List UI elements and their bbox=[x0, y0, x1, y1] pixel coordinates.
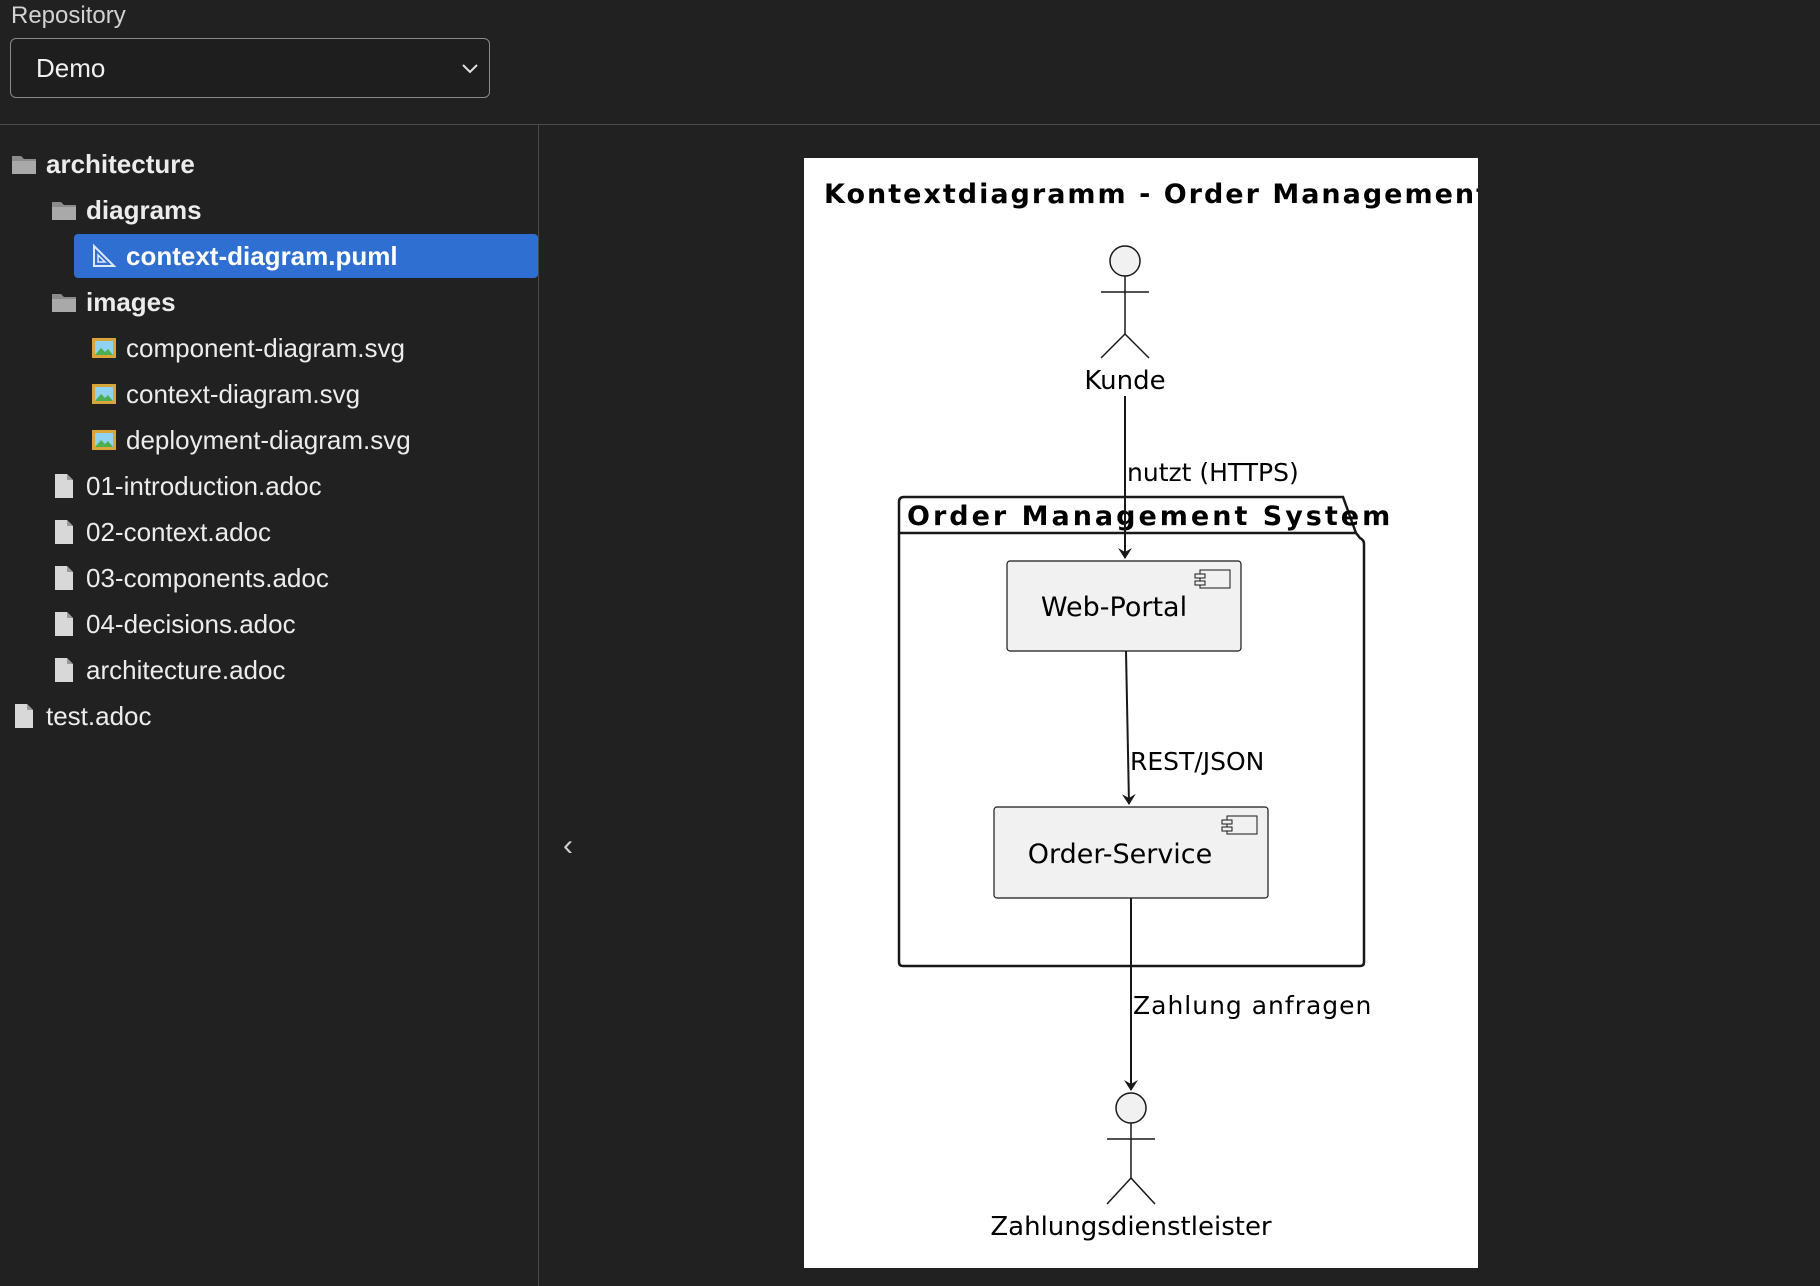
tree-label: context-diagram.puml bbox=[126, 240, 398, 271]
top-bar: Repository Demo bbox=[0, 0, 1820, 125]
document-icon bbox=[55, 474, 73, 498]
tree-label: deployment-diagram.svg bbox=[126, 424, 411, 455]
tree-label: architecture bbox=[46, 148, 195, 179]
repository-select-value: Demo bbox=[36, 53, 106, 83]
tree-label: test.adoc bbox=[46, 700, 152, 731]
tree-label: 04-decisions.adoc bbox=[86, 608, 296, 639]
collapse-sidebar-button[interactable]: ‹ bbox=[556, 828, 580, 864]
chevron-down-icon bbox=[462, 64, 478, 74]
context-diagram: Kontextdiagramm - Order Management Kunde… bbox=[824, 179, 1478, 1242]
file-tree-sidebar: architecture diagrams context-diagram.pu… bbox=[0, 125, 539, 1286]
triangle-ruler-icon bbox=[93, 243, 117, 267]
actor-kunde bbox=[1100, 245, 1150, 359]
document-icon bbox=[55, 566, 73, 590]
tree-file-02-context[interactable]: 02-context.adoc bbox=[50, 510, 271, 554]
package-label: Order Management System bbox=[907, 501, 1393, 532]
tree-label: images bbox=[86, 286, 176, 317]
actor-kunde-label: Kunde bbox=[1084, 366, 1165, 396]
document-icon bbox=[55, 612, 73, 636]
diagram-title: Kontextdiagramm - Order Management bbox=[824, 179, 1478, 210]
tree-file-04-decisions[interactable]: 04-decisions.adoc bbox=[50, 602, 296, 646]
tree-label: 02-context.adoc bbox=[86, 516, 272, 547]
actor-zahlungsdienstleister-label: Zahlungsdienstleister bbox=[990, 1212, 1272, 1242]
tree-file-architecture-adoc[interactable]: architecture.adoc bbox=[50, 648, 285, 692]
tree-file-test-adoc[interactable]: test.adoc bbox=[10, 694, 152, 738]
image-file-icon bbox=[92, 384, 116, 404]
tree-label: 01-introduction.adoc bbox=[86, 470, 322, 501]
component-web-portal-label: Web-Portal bbox=[1041, 592, 1187, 623]
tree-label: 03-components.adoc bbox=[86, 562, 329, 593]
document-icon bbox=[55, 520, 73, 544]
repository-label: Repository bbox=[11, 2, 126, 29]
diagram-preview: Kontextdiagramm - Order Management Kunde… bbox=[804, 158, 1478, 1268]
tree-folder-diagrams[interactable]: diagrams bbox=[50, 188, 202, 232]
tree-file-context-diagram-svg[interactable]: context-diagram.svg bbox=[90, 372, 360, 416]
tree-file-context-diagram-puml[interactable]: context-diagram.puml bbox=[74, 234, 538, 278]
edge-zahlung-label: Zahlung anfragen bbox=[1133, 991, 1372, 1020]
edge-web-portal-order-service bbox=[1121, 650, 1136, 805]
tree-file-deployment-diagram-svg[interactable]: deployment-diagram.svg bbox=[90, 418, 411, 462]
tree-folder-images[interactable]: images bbox=[50, 280, 176, 324]
tree-label: architecture.adoc bbox=[86, 654, 286, 685]
tree-file-03-components[interactable]: 03-components.adoc bbox=[50, 556, 329, 600]
tree-label: diagrams bbox=[86, 194, 202, 225]
tree-file-component-diagram-svg[interactable]: component-diagram.svg bbox=[90, 326, 405, 370]
actor-zahlungsdienstleister bbox=[1106, 1092, 1156, 1205]
repository-select[interactable]: Demo bbox=[10, 38, 490, 98]
image-file-icon bbox=[92, 338, 116, 358]
tree-label: context-diagram.svg bbox=[126, 378, 361, 409]
folder-icon bbox=[52, 294, 76, 312]
edge-nutzt-label: nutzt (HTTPS) bbox=[1127, 458, 1299, 487]
document-icon bbox=[15, 704, 33, 728]
folder-icon bbox=[52, 202, 76, 220]
tree-file-01-introduction[interactable]: 01-introduction.adoc bbox=[50, 464, 322, 508]
folder-icon bbox=[12, 156, 36, 174]
edge-rest-label: REST/JSON bbox=[1130, 747, 1264, 776]
component-order-service-label: Order-Service bbox=[1028, 839, 1213, 870]
document-icon bbox=[55, 658, 73, 682]
tree-label: component-diagram.svg bbox=[126, 332, 405, 363]
tree-folder-architecture[interactable]: architecture bbox=[10, 142, 195, 186]
image-file-icon bbox=[92, 430, 116, 450]
